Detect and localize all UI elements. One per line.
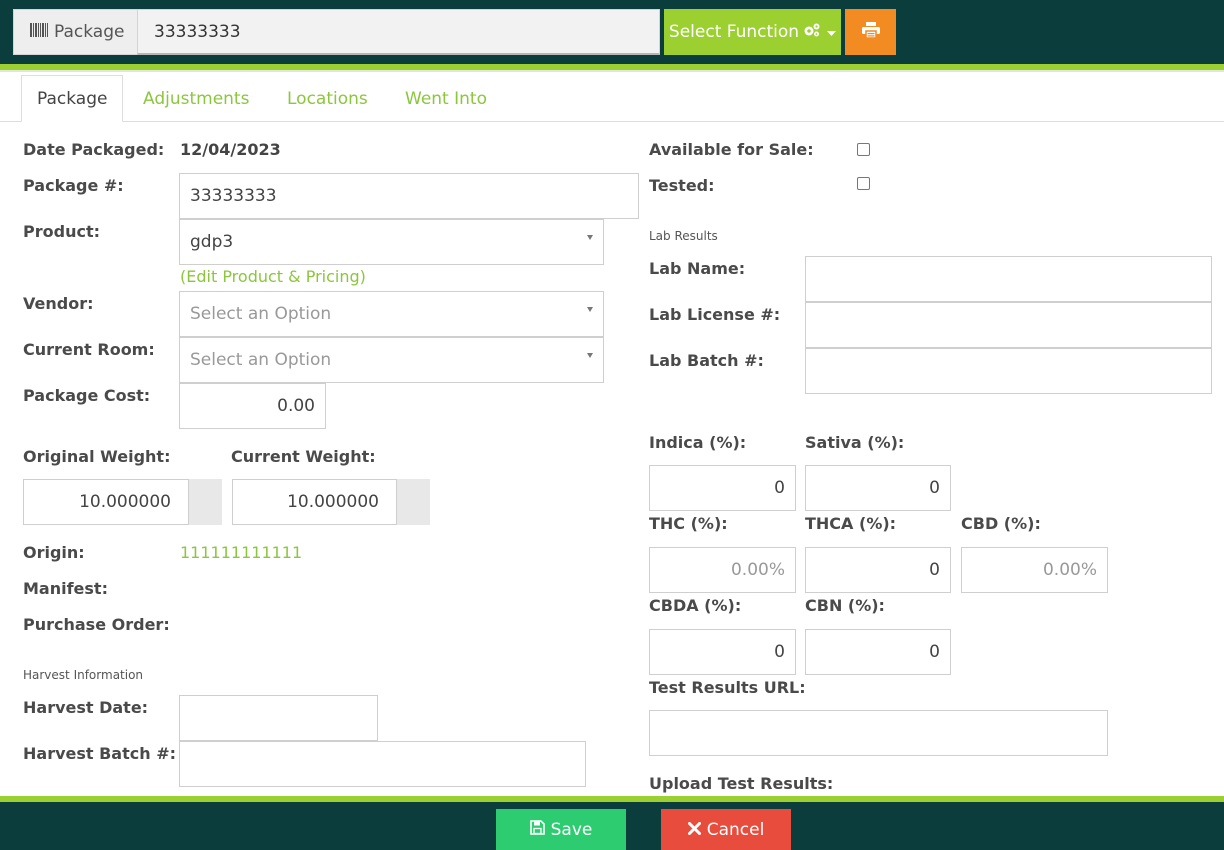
- gears-icon: [803, 22, 823, 43]
- origin-link[interactable]: 111111111111: [180, 543, 302, 562]
- cancel-button[interactable]: Cancel: [661, 809, 791, 850]
- original-weight-label: Original Weight:: [23, 447, 171, 466]
- test-results-url-label: Test Results URL:: [649, 678, 806, 697]
- cbd-label: CBD (%):: [961, 514, 1041, 533]
- save-button[interactable]: Save: [496, 809, 626, 850]
- cbda-input[interactable]: 0: [649, 629, 796, 675]
- current-room-label: Current Room:: [23, 340, 155, 359]
- tab-went-into[interactable]: Went Into: [405, 75, 487, 122]
- vendor-select-placeholder: Select an Option: [190, 304, 332, 324]
- thca-input[interactable]: 0: [805, 547, 951, 593]
- vendor-select-caret-icon: [587, 307, 593, 312]
- package-cost-input[interactable]: 0.00: [179, 383, 326, 429]
- available-for-sale-label: Available for Sale:: [649, 140, 814, 159]
- current-weight-input[interactable]: 10.000000: [232, 479, 397, 525]
- top-accent-shadow: [0, 70, 1224, 72]
- original-weight-stepper[interactable]: [189, 479, 222, 525]
- product-select-value: gdp3: [190, 232, 234, 252]
- test-results-url-input[interactable]: [649, 710, 1108, 756]
- floppy-disk-icon: [529, 819, 545, 840]
- thc-label: THC (%):: [649, 514, 728, 533]
- package-addon: Package: [13, 9, 137, 55]
- edit-product-pricing-link[interactable]: (Edit Product & Pricing): [180, 267, 366, 286]
- select-function-button[interactable]: Select Function: [664, 9, 841, 55]
- lab-batch-input[interactable]: [805, 348, 1212, 394]
- thca-label: THCA (%):: [805, 514, 897, 533]
- cbn-label: CBN (%):: [805, 596, 885, 615]
- cbda-label: CBDA (%):: [649, 596, 742, 615]
- current-room-select-caret-icon: [587, 353, 593, 358]
- indica-label: Indica (%):: [649, 433, 747, 452]
- current-weight-label: Current Weight:: [231, 447, 376, 466]
- lab-license-input[interactable]: [805, 302, 1212, 348]
- tab-adjustments[interactable]: Adjustments: [143, 75, 249, 122]
- product-select[interactable]: gdp3: [179, 219, 604, 265]
- origin-label: Origin:: [23, 543, 85, 562]
- product-label: Product:: [23, 222, 100, 241]
- package-cost-label: Package Cost:: [23, 386, 151, 405]
- thc-input[interactable]: 0.00%: [649, 547, 796, 593]
- available-for-sale-checkbox[interactable]: [857, 143, 870, 156]
- tested-label: Tested:: [649, 176, 715, 195]
- package-addon-label: Package: [54, 22, 125, 42]
- lab-results-header: Lab Results: [649, 229, 718, 243]
- manifest-label: Manifest:: [23, 579, 108, 598]
- tab-locations[interactable]: Locations: [287, 75, 368, 122]
- package-number-input[interactable]: 33333333: [179, 173, 639, 219]
- package-number-label: Package #:: [23, 176, 124, 195]
- sativa-label: Sativa (%):: [805, 433, 905, 452]
- lab-name-input[interactable]: [805, 256, 1212, 302]
- print-button[interactable]: [845, 9, 896, 55]
- select-function-label: Select Function: [668, 22, 800, 42]
- lab-license-label: Lab License #:: [649, 305, 781, 324]
- product-select-caret-icon: [587, 235, 593, 240]
- caret-down-icon: [827, 22, 837, 42]
- harvest-batch-input[interactable]: [179, 741, 586, 787]
- package-search-input[interactable]: 33333333: [137, 9, 660, 55]
- close-icon: [687, 820, 701, 840]
- cbn-input[interactable]: 0: [805, 629, 951, 675]
- cbd-input[interactable]: 0.00%: [961, 547, 1108, 593]
- cancel-label: Cancel: [706, 819, 765, 840]
- upload-test-results-label: Upload Test Results:: [649, 774, 834, 793]
- date-packaged-value: 12/04/2023: [180, 140, 281, 159]
- barcode-icon: [30, 22, 48, 43]
- date-packaged-label: Date Packaged:: [23, 140, 165, 159]
- harvest-date-label: Harvest Date:: [23, 698, 149, 717]
- current-room-select[interactable]: Select an Option: [179, 337, 604, 383]
- vendor-select[interactable]: Select an Option: [179, 291, 604, 337]
- sativa-input[interactable]: 0: [805, 465, 951, 511]
- original-weight-input[interactable]: 10.000000: [23, 479, 189, 525]
- purchase-order-label: Purchase Order:: [23, 615, 170, 634]
- harvest-batch-label: Harvest Batch #:: [23, 744, 176, 763]
- tested-checkbox[interactable]: [857, 177, 870, 190]
- lab-batch-label: Lab Batch #:: [649, 351, 764, 370]
- lab-name-label: Lab Name:: [649, 259, 746, 278]
- current-room-select-placeholder: Select an Option: [190, 350, 332, 370]
- print-icon: [861, 22, 880, 42]
- current-weight-stepper[interactable]: [397, 479, 430, 525]
- tab-package[interactable]: Package: [21, 75, 124, 122]
- harvest-date-input[interactable]: [179, 695, 378, 741]
- indica-input[interactable]: 0: [649, 465, 796, 511]
- harvest-information-header: Harvest Information: [23, 668, 144, 682]
- vendor-label: Vendor:: [23, 294, 94, 313]
- save-label: Save: [550, 819, 593, 840]
